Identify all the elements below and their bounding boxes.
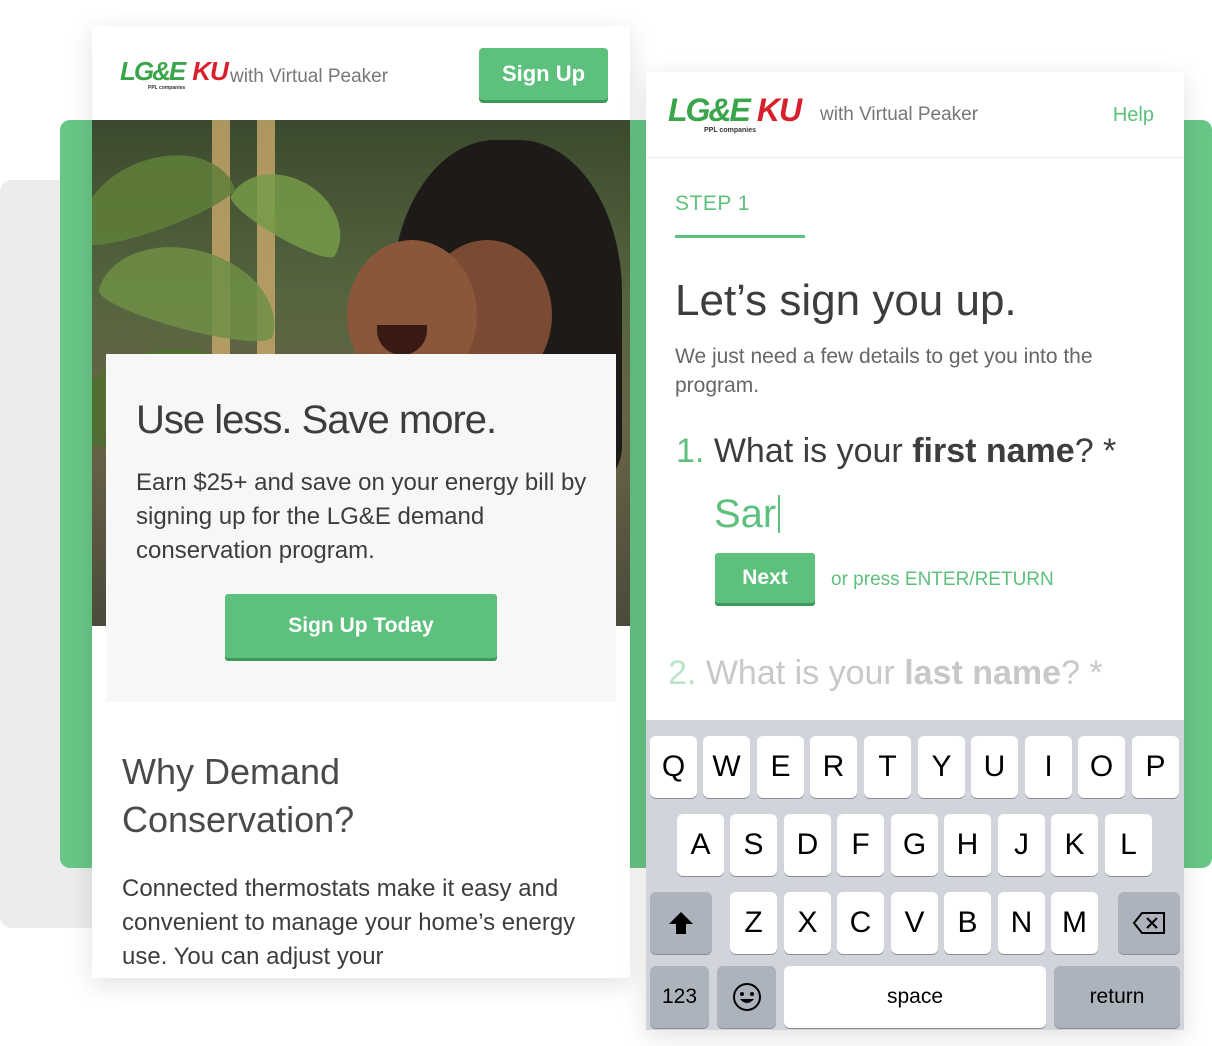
on-screen-keyboard: Q W E R T Y U I O P A S D F G H J K L Z … xyxy=(646,720,1184,1030)
key-p[interactable]: P xyxy=(1132,736,1179,798)
key-c[interactable]: C xyxy=(837,892,884,954)
why-section-title: Why Demand Conservation? xyxy=(122,751,355,840)
step-label: STEP 1 xyxy=(675,192,750,215)
why-section-text: Connected thermostats make it easy and c… xyxy=(122,875,576,970)
key-x[interactable]: X xyxy=(784,892,831,954)
key-q[interactable]: Q xyxy=(650,736,697,798)
promo-title: Use less. Save more. xyxy=(136,398,497,442)
form-header: LG&E KU PPL companies with Virtual Peake… xyxy=(646,72,1184,158)
key-d[interactable]: D xyxy=(784,814,831,876)
key-t[interactable]: T xyxy=(864,736,911,798)
question-prefix: What is your xyxy=(705,654,905,692)
sign-up-button[interactable]: Sign Up xyxy=(479,48,608,100)
promo-text: Earn $25+ and save on your energy bill b… xyxy=(136,469,587,564)
key-s[interactable]: S xyxy=(730,814,777,876)
question-bold: first name xyxy=(912,432,1075,470)
question-first-name: 1. What is your first name? * xyxy=(676,432,1116,471)
emoji-key[interactable] xyxy=(717,966,776,1028)
sign-up-today-button[interactable]: Sign Up Today xyxy=(225,594,497,658)
key-u[interactable]: U xyxy=(971,736,1018,798)
landing-header: LG&E KU PPL companies with Virtual Peake… xyxy=(92,26,630,120)
key-z[interactable]: Z xyxy=(730,892,777,954)
key-a[interactable]: A xyxy=(677,814,724,876)
backspace-icon xyxy=(1132,912,1165,934)
space-key[interactable]: space xyxy=(784,966,1046,1028)
landing-page-card: LG&E KU PPL companies with Virtual Peake… xyxy=(92,26,630,978)
question-prefix: What is your xyxy=(713,432,913,470)
promo-box: Use less. Save more. Earn $25+ and save … xyxy=(106,354,616,702)
with-virtual-peaker-text: with Virtual Peaker xyxy=(820,104,979,125)
first-name-input[interactable]: Sar xyxy=(714,492,781,537)
key-b[interactable]: B xyxy=(944,892,991,954)
question-number: 2. xyxy=(668,654,697,692)
with-virtual-peaker-text: with Virtual Peaker xyxy=(230,66,389,87)
form-subtitle: We just need a few details to get you in… xyxy=(675,345,1093,397)
question-bold: last name xyxy=(904,654,1062,692)
logo-sub-text: PPL companies xyxy=(148,85,186,91)
text-cursor xyxy=(778,495,781,533)
logo-lge-text: LG&E xyxy=(120,56,186,86)
question-suffix: ? * xyxy=(1061,654,1103,692)
key-m[interactable]: M xyxy=(1051,892,1098,954)
key-y[interactable]: Y xyxy=(918,736,965,798)
step-underline xyxy=(675,235,805,238)
lge-ku-logo[interactable]: LG&E KU PPL companies xyxy=(668,92,802,134)
emoji-icon xyxy=(732,983,761,1011)
next-button[interactable]: Next xyxy=(715,553,815,603)
key-w[interactable]: W xyxy=(703,736,750,798)
logo-lge-text: LG&E xyxy=(668,92,751,128)
backspace-key[interactable] xyxy=(1118,892,1180,954)
form-title: Let’s sign you up. xyxy=(675,276,1017,325)
key-f[interactable]: F xyxy=(837,814,884,876)
key-h[interactable]: H xyxy=(944,814,991,876)
key-i[interactable]: I xyxy=(1025,736,1072,798)
shift-icon xyxy=(669,912,693,934)
press-enter-hint: or press ENTER/RETURN xyxy=(831,569,1054,590)
key-n[interactable]: N xyxy=(998,892,1045,954)
key-g[interactable]: G xyxy=(891,814,938,876)
key-v[interactable]: V xyxy=(891,892,938,954)
shift-key[interactable] xyxy=(650,892,712,954)
question-last-name: 2. What is your last name? * xyxy=(668,654,1103,693)
return-key[interactable]: return xyxy=(1054,966,1180,1028)
key-k[interactable]: K xyxy=(1051,814,1098,876)
logo-ku-text: KU xyxy=(192,56,229,86)
key-l[interactable]: L xyxy=(1105,814,1152,876)
help-link[interactable]: Help xyxy=(1113,104,1154,127)
key-r[interactable]: R xyxy=(810,736,857,798)
lge-ku-logo[interactable]: LG&E KU PPL companies xyxy=(120,56,229,91)
question-suffix: ? * xyxy=(1074,432,1117,470)
logo-ku-text: KU xyxy=(756,92,802,128)
question-number: 1. xyxy=(676,432,705,470)
key-e[interactable]: E xyxy=(757,736,804,798)
key-j[interactable]: J xyxy=(998,814,1045,876)
numbers-key[interactable]: 123 xyxy=(650,966,709,1028)
first-name-value: Sar xyxy=(714,492,777,536)
logo-sub-text: PPL companies xyxy=(704,127,757,134)
signup-form-card: LG&E KU PPL companies with Virtual Peake… xyxy=(646,72,1184,1030)
key-o[interactable]: O xyxy=(1078,736,1125,798)
